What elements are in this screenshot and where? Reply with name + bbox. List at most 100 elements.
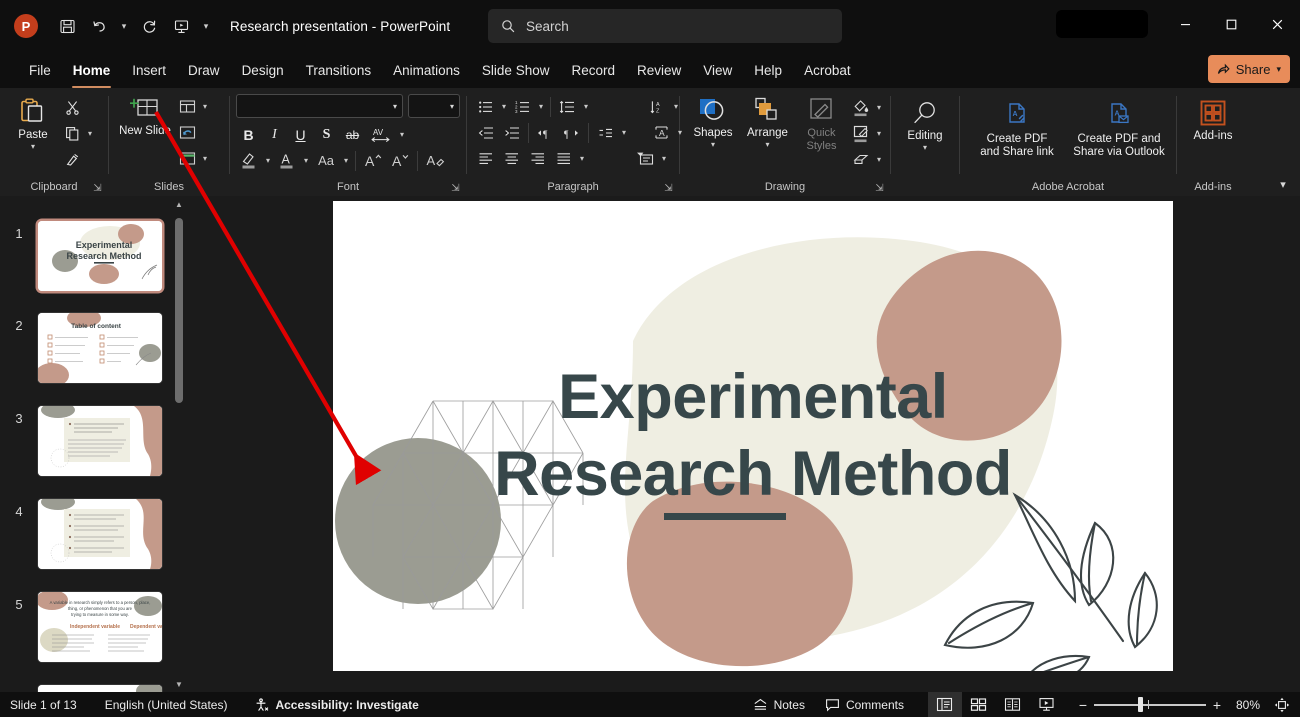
zoom-in-button[interactable]: + — [1206, 692, 1228, 717]
tab-file[interactable]: File — [18, 54, 62, 86]
text-highlight-chevron-icon[interactable]: ▾ — [263, 148, 273, 173]
quick-styles-button[interactable]: Quick Styles — [795, 93, 848, 153]
thumbnail-image-3[interactable] — [38, 406, 162, 476]
zoom-slider-handle[interactable] — [1137, 697, 1143, 712]
normal-view-button[interactable] — [927, 692, 962, 717]
scroll-down-icon[interactable]: ▼ — [172, 676, 186, 692]
convert-to-smartart-button[interactable] — [633, 146, 658, 171]
thumbnail-slide-2[interactable]: 2 Table of content — [0, 308, 186, 401]
redo-icon[interactable] — [134, 11, 164, 41]
change-case-chevron-icon[interactable]: ▾ — [341, 148, 351, 173]
shape-outline-chevron-icon[interactable]: ▾ — [874, 121, 884, 146]
arrange-button[interactable]: Arrange ▾ — [740, 93, 795, 149]
increase-indent-button[interactable] — [499, 120, 524, 145]
text-direction-rtl-button[interactable]: ¶ — [559, 120, 584, 145]
reset-button[interactable] — [175, 120, 200, 145]
customize-quick-access-toolbar-icon[interactable]: ▾ — [198, 11, 214, 41]
section-chevron-icon[interactable]: ▾ — [200, 146, 210, 171]
share-chevron-icon[interactable]: ▾ — [1276, 64, 1281, 75]
arrange-chevron-icon[interactable]: ▾ — [765, 140, 769, 149]
layout-button[interactable] — [175, 94, 200, 119]
thumbnail-scrollbar[interactable]: ▲ ▼ — [172, 196, 186, 692]
zoom-level-label[interactable]: 80% — [1228, 692, 1268, 717]
thumbnail-slide-1[interactable]: 1 Experimental Research Method — [0, 216, 186, 309]
shape-fill-chevron-icon[interactable]: ▾ — [874, 95, 884, 120]
character-spacing-button[interactable]: AV — [366, 122, 396, 147]
tab-home[interactable]: Home — [62, 54, 122, 88]
reading-view-button[interactable] — [996, 692, 1030, 717]
line-spacing-button[interactable] — [555, 94, 580, 119]
font-dialog-launcher-icon[interactable]: ⇲ — [449, 182, 462, 195]
text-direction-ltr-button[interactable]: ¶ — [533, 120, 558, 145]
tab-review[interactable]: Review — [626, 54, 692, 86]
slide-thumbnail-pane[interactable]: 1 Experimental Research Method 2 Table o… — [0, 196, 186, 692]
increase-font-size-button[interactable]: A — [360, 148, 386, 173]
numbering-button[interactable]: 1 2 3 — [510, 94, 535, 119]
undo-icon[interactable] — [84, 11, 114, 41]
maximize-button[interactable] — [1208, 0, 1254, 48]
tab-insert[interactable]: Insert — [121, 54, 177, 86]
font-name-chevron-icon[interactable]: ▾ — [393, 102, 397, 111]
thumbnail-slide-3[interactable]: 3 — [0, 401, 186, 494]
character-spacing-chevron-icon[interactable]: ▾ — [397, 122, 407, 147]
accessibility-status[interactable]: Accessibility: Investigate — [245, 692, 428, 717]
zoom-track[interactable] — [1093, 692, 1206, 717]
paragraph-dialog-launcher-icon[interactable]: ⇲ — [662, 182, 675, 195]
save-icon[interactable] — [52, 11, 82, 41]
center-button[interactable] — [499, 146, 524, 171]
editing-button[interactable]: Editing ▾ — [897, 96, 953, 152]
line-spacing-chevron-icon[interactable]: ▾ — [581, 94, 591, 119]
pane-splitter[interactable] — [186, 196, 194, 692]
tab-draw[interactable]: Draw — [177, 54, 231, 86]
tab-slide-show[interactable]: Slide Show — [471, 54, 561, 86]
align-text-button[interactable] — [593, 120, 618, 145]
shapes-chevron-icon[interactable]: ▾ — [711, 140, 715, 149]
language-indicator[interactable]: English (United States) — [95, 692, 238, 717]
drawing-dialog-launcher-icon[interactable]: ⇲ — [873, 182, 886, 195]
text-shadow-button[interactable]: S — [314, 122, 339, 147]
decrease-indent-button[interactable] — [473, 120, 498, 145]
slide-counter[interactable]: Slide 1 of 13 — [0, 692, 87, 717]
create-pdf-and-share-link-button[interactable]: A Create PDF and Share link — [966, 96, 1068, 159]
font-size-input[interactable]: ▾ — [408, 94, 460, 118]
sort-button[interactable]: A Z — [645, 94, 670, 119]
font-color-button[interactable]: A — [274, 148, 300, 173]
close-button[interactable] — [1254, 0, 1300, 48]
layout-chevron-icon[interactable]: ▾ — [200, 94, 210, 119]
tab-transitions[interactable]: Transitions — [295, 54, 383, 86]
thumbnail-slide-4[interactable]: 4 — [0, 494, 186, 587]
share-button[interactable]: Share ▾ — [1207, 55, 1290, 83]
thumbnail-image-2[interactable]: Table of content — [38, 313, 162, 383]
shapes-button[interactable]: Shapes ▾ — [686, 93, 740, 149]
columns-chevron-icon[interactable]: ▾ — [577, 146, 587, 171]
scroll-up-icon[interactable]: ▲ — [172, 196, 186, 212]
thumbnail-slide-6[interactable]: 6 Qualitative Quantitative — [0, 680, 186, 692]
minimize-button[interactable] — [1162, 0, 1208, 48]
section-button[interactable] — [175, 146, 200, 171]
align-right-button[interactable] — [525, 146, 550, 171]
justify-button[interactable] — [551, 146, 576, 171]
clipboard-dialog-launcher-icon[interactable]: ⇲ — [91, 182, 104, 195]
bold-button[interactable]: B — [236, 122, 261, 147]
thumbnail-slide-5[interactable]: 5 A variable in research simply refers t… — [0, 587, 186, 680]
font-color-chevron-icon[interactable]: ▾ — [301, 148, 311, 173]
format-painter-button[interactable] — [60, 147, 85, 172]
zoom-slider[interactable]: − + — [1072, 692, 1228, 717]
tab-acrobat[interactable]: Acrobat — [793, 54, 862, 86]
decrease-font-size-button[interactable]: A — [387, 148, 413, 173]
strikethrough-button[interactable]: ab — [340, 122, 365, 147]
shape-effects-button[interactable] — [848, 147, 874, 172]
slide-show-view-button[interactable] — [1030, 692, 1064, 717]
undo-dropdown-chevron-icon[interactable]: ▾ — [116, 11, 132, 41]
thumbnail-image-5[interactable]: A variable in research simply refers to … — [38, 592, 162, 662]
notes-button[interactable]: Notes — [743, 692, 815, 717]
bullets-chevron-icon[interactable]: ▾ — [499, 94, 509, 119]
text-direction-button[interactable]: A — [649, 120, 674, 145]
align-left-button[interactable] — [473, 146, 498, 171]
zoom-out-button[interactable]: − — [1072, 692, 1094, 717]
tab-record[interactable]: Record — [560, 54, 626, 86]
underline-button[interactable]: U — [288, 122, 313, 147]
smartart-chevron-icon[interactable]: ▾ — [659, 146, 669, 171]
create-pdf-and-share-via-outlook-button[interactable]: A Create PDF and Share via Outlook — [1068, 96, 1170, 159]
tab-view[interactable]: View — [692, 54, 743, 86]
